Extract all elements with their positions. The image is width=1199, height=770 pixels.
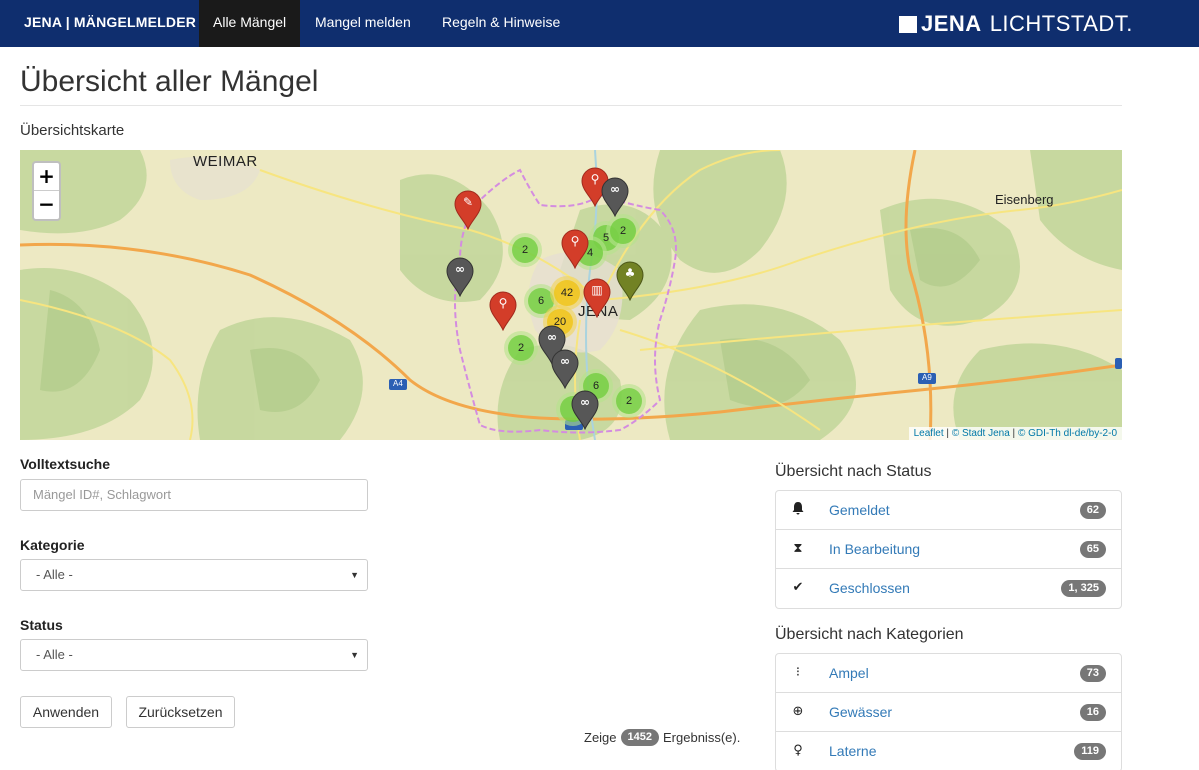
status-item-gemeldet[interactable]: Gemeldet 62: [776, 491, 1121, 530]
nav-item-mangel-melden[interactable]: Mangel melden: [301, 0, 425, 47]
apply-button[interactable]: Anwenden: [20, 696, 112, 728]
bicycle-icon: ∞: [560, 354, 570, 368]
hourglass-icon: ⧗: [793, 541, 803, 556]
category-count-badge: 119: [1074, 743, 1106, 760]
map-marker-lamp[interactable]: ⚲: [561, 229, 589, 270]
category-link-gewaesser[interactable]: Gewässer: [829, 704, 892, 720]
status-select[interactable]: - Alle - ▼: [20, 639, 368, 671]
category-label: Kategorie: [20, 537, 85, 553]
logo-square-icon: [899, 15, 917, 33]
nav-item-regeln-hinweise[interactable]: Regeln & Hinweise: [428, 0, 574, 47]
status-list: Gemeldet 62 ⧗ In Bearbeitung 65 ✔ Geschl…: [775, 490, 1122, 609]
status-link-gemeldet[interactable]: Gemeldet: [829, 502, 890, 518]
category-item-gewaesser[interactable]: ⊕ Gewässer 16: [776, 693, 1121, 732]
brand-title[interactable]: JENA | MÄNGELMELDER: [24, 14, 196, 30]
category-list: ⁝ Ampel 73 ⊕ Gewässer 16 ♀ Laterne 119: [775, 653, 1122, 770]
nav-item-alle-maengel[interactable]: Alle Mängel: [199, 0, 301, 47]
lightbulb-icon: ♀: [793, 743, 803, 758]
stadt-jena-link[interactable]: © Stadt Jena: [952, 428, 1010, 439]
road-shield-a9: A9: [922, 373, 932, 382]
map-marker-bicycle[interactable]: ∞: [571, 390, 599, 431]
map-cluster[interactable]: 2: [508, 233, 542, 267]
map-attribution: Leaflet | © Stadt Jena | © GDI-Th dl-de/…: [908, 427, 1122, 440]
search-label: Volltextsuche: [20, 456, 110, 472]
category-link-ampel[interactable]: Ampel: [829, 665, 869, 681]
checkmark-icon: ✔: [792, 580, 804, 595]
category-overview-heading: Übersicht nach Kategorien: [775, 626, 964, 643]
map-marker-bicycle[interactable]: ∞: [601, 177, 629, 218]
status-count-badge: 62: [1079, 502, 1106, 519]
category-item-ampel[interactable]: ⁝ Ampel 73: [776, 654, 1121, 693]
status-item-geschlossen[interactable]: ✔ Geschlossen 1, 325: [776, 569, 1121, 608]
category-link-laterne[interactable]: Laterne: [829, 743, 876, 759]
plant-icon: ♣: [624, 266, 636, 280]
life-ring-icon: ⊕: [792, 704, 804, 719]
map-marker-bicycle[interactable]: ∞: [551, 349, 579, 390]
category-select-value: - Alle -: [36, 567, 73, 582]
bicycle-icon: ∞: [610, 182, 620, 196]
results-suffix: Ergebniss(e).: [663, 730, 741, 745]
map-heading: Übersichtskarte: [20, 122, 125, 139]
map-marker-plant[interactable]: ♣: [616, 261, 644, 302]
lightbulb-icon: ⚲: [498, 296, 508, 310]
reset-button[interactable]: Zurücksetzen: [126, 696, 235, 728]
traffic-light-icon: ⁝: [795, 665, 801, 680]
status-item-in-bearbeitung[interactable]: ⧗ In Bearbeitung 65: [776, 530, 1121, 569]
title-divider: [20, 105, 1122, 106]
road-shield-a4: A4: [393, 379, 403, 388]
map-marker-lamp[interactable]: ⚲: [489, 291, 517, 332]
bicycle-icon: ∞: [455, 262, 465, 276]
map-label-weimar: WEIMAR: [193, 153, 258, 170]
jena-lichtstadt-logo[interactable]: JENA LICHTSTADT.: [899, 11, 1133, 37]
gdi-th-link[interactable]: © GDI-Th dl-de/by-2-0: [1018, 428, 1117, 439]
bicycle-icon: ∞: [580, 395, 590, 409]
bell-icon: [790, 502, 806, 518]
category-count-badge: 16: [1079, 704, 1106, 721]
map-zoom-control: + −: [32, 161, 61, 221]
results-prefix: Zeige: [584, 730, 617, 745]
status-link-geschlossen[interactable]: Geschlossen: [829, 580, 910, 596]
map-marker-brush[interactable]: ✎: [454, 190, 482, 231]
search-input[interactable]: Mängel ID#, Schlagwort: [20, 479, 368, 511]
status-link-in-bearbeitung[interactable]: In Bearbeitung: [829, 541, 920, 557]
map-cluster[interactable]: 2: [612, 384, 646, 418]
status-count-badge: 1, 325: [1061, 580, 1106, 597]
zoom-out-button[interactable]: −: [34, 191, 59, 219]
zoom-in-button[interactable]: +: [34, 163, 59, 191]
top-navbar: JENA | MÄNGELMELDER Alle Mängel Mangel m…: [0, 0, 1199, 47]
map-label-eisenberg: Eisenberg: [995, 192, 1054, 207]
category-select[interactable]: - Alle - ▼: [20, 559, 368, 591]
logo-text-lichtstadt: LICHTSTADT.: [989, 11, 1133, 36]
map-cluster[interactable]: 2: [504, 331, 538, 365]
paintbrush-icon: ✎: [462, 195, 474, 209]
status-label: Status: [20, 617, 63, 633]
map-marker-bicycle[interactable]: ∞: [446, 257, 474, 298]
lightbulb-icon: ⚲: [570, 234, 580, 248]
category-item-laterne[interactable]: ♀ Laterne 119: [776, 732, 1121, 770]
chevron-down-icon: ▼: [350, 650, 359, 660]
map-cluster[interactable]: 2: [606, 214, 640, 248]
leaflet-link[interactable]: Leaflet: [914, 428, 944, 439]
results-count-badge: 1452: [620, 729, 660, 746]
results-summary: Zeige 1452 Ergebniss(e).: [584, 729, 740, 746]
status-count-badge: 65: [1079, 541, 1106, 558]
overview-map[interactable]: A4 A9 WEIMAR JENA Eisenberg 2 5 2 4 6 42…: [20, 150, 1122, 440]
bicycle-icon: ∞: [547, 330, 557, 344]
page-title: Übersicht aller Mängel: [20, 65, 319, 98]
category-count-badge: 73: [1079, 665, 1106, 682]
logo-text-jena: JENA: [921, 11, 982, 36]
chevron-down-icon: ▼: [350, 570, 359, 580]
map-marker-trash[interactable]: ▥: [583, 278, 611, 319]
status-overview-heading: Übersicht nach Status: [775, 463, 932, 480]
trash-icon: ▥: [591, 283, 603, 297]
status-select-value: - Alle -: [36, 647, 73, 662]
